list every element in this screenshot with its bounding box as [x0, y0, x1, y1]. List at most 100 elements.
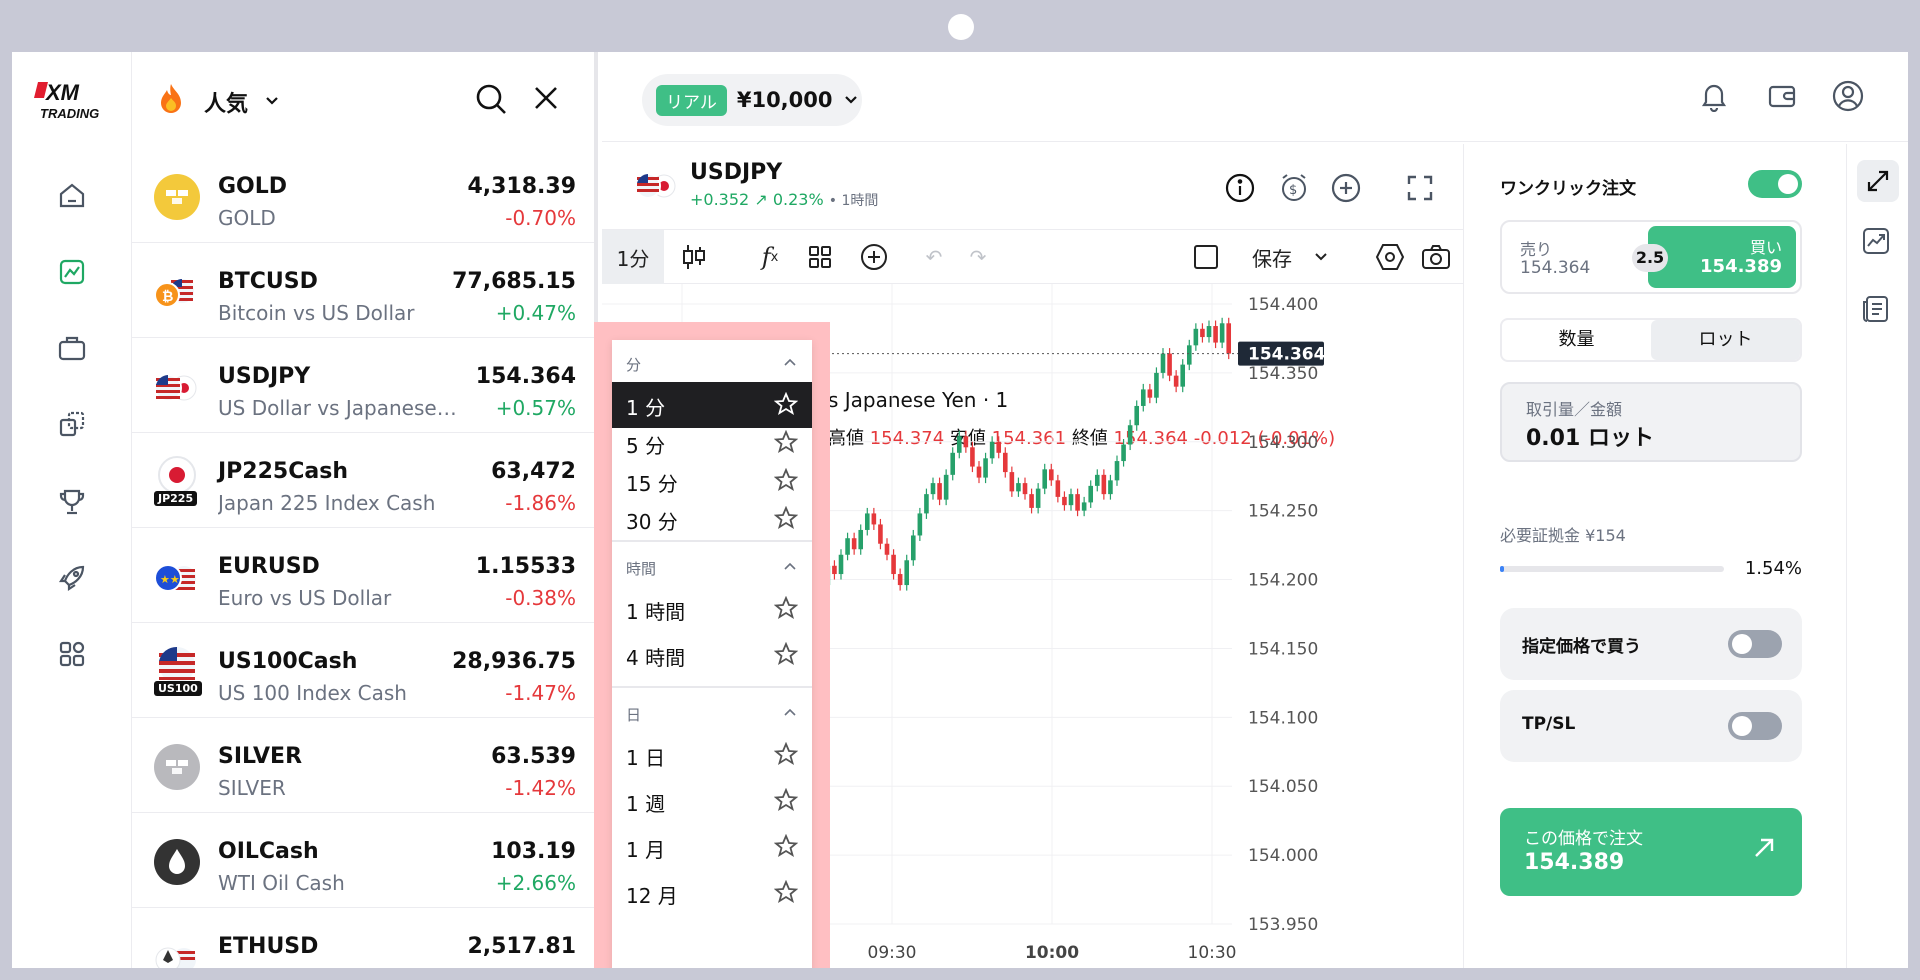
timeframe-option[interactable]: 1 月 [612, 824, 812, 870]
watchlist-row-usdjpy[interactable]: USDJPY US Dollar vs Japanese ... 154.364… [132, 338, 594, 433]
watchlist-row-gold[interactable]: GOLD GOLD 4,318.39 -0.70% [132, 148, 594, 243]
candle-body [1002, 452, 1008, 473]
timeframe-option[interactable]: 4 時間 [612, 632, 812, 678]
star-icon[interactable] [774, 468, 798, 492]
rocket-icon[interactable] [54, 560, 90, 596]
timeframe-option[interactable]: 1 週 [612, 778, 812, 824]
silver-bars-icon [154, 744, 200, 790]
trophy-icon[interactable] [54, 484, 90, 520]
chart-toolbar: 1分 fx ↶ ↷ 保存 [602, 230, 1464, 284]
candle-body [1160, 353, 1166, 373]
layout-square-icon[interactable] [1186, 238, 1226, 276]
watchlist-row-jp225cash[interactable]: JP225 JP225Cash Japan 225 Index Cash 63,… [132, 433, 594, 528]
candle-body [1016, 483, 1021, 492]
buy-price: 154.389 [1700, 256, 1782, 277]
candle-body [930, 483, 936, 495]
watchlist-row-eurusd[interactable]: ★★ EURUSD Euro vs US Dollar 1.15533 -0.3… [132, 528, 594, 623]
tpsl-toggle[interactable] [1728, 712, 1782, 740]
instrument-name: Bitcoin vs US Dollar [218, 301, 415, 325]
section-hours[interactable]: 時間 [612, 544, 812, 590]
one-click-toggle[interactable] [1748, 170, 1802, 198]
candle-body [1055, 480, 1061, 497]
app-window: XM TRADING 人気 GOLD GOLD 4,318.39 -0.70% … [12, 52, 1908, 968]
add-indicator-icon[interactable] [852, 238, 896, 276]
change: -1.47% [505, 681, 576, 705]
star-icon[interactable] [774, 596, 798, 620]
portfolio-icon[interactable] [54, 330, 90, 366]
candlestick-type-icon[interactable] [670, 238, 718, 276]
info-icon[interactable] [1224, 172, 1256, 208]
save-button[interactable]: 保存 [1242, 238, 1302, 276]
star-icon[interactable] [774, 392, 798, 416]
star-icon[interactable] [774, 506, 798, 530]
sell-price[interactable]: 154.364 [1520, 258, 1590, 278]
fullscreen-icon[interactable] [1406, 174, 1434, 206]
star-icon[interactable] [774, 642, 798, 666]
layout-grid-icon[interactable] [798, 238, 842, 276]
sell-label[interactable]: 売り [1520, 236, 1552, 260]
wallet-icon[interactable] [1762, 76, 1802, 116]
chart-icon[interactable] [54, 254, 90, 290]
place-order-button[interactable]: この価格で注文 154.389 [1500, 808, 1802, 896]
chart-trend-icon[interactable] [1861, 226, 1891, 260]
interval-button[interactable]: 1分 [602, 230, 664, 284]
candle-body [943, 474, 949, 500]
watchlist-row-us100cash[interactable]: US100 US100Cash US 100 Index Cash 28,936… [132, 623, 594, 718]
watchlist-row-oilcash[interactable]: OILCash WTI Oil Cash 103.19 +2.66% [132, 813, 594, 908]
news-document-icon[interactable] [1861, 294, 1891, 328]
buy-button[interactable]: 買い 154.389 [1648, 226, 1796, 288]
candle-body [1121, 444, 1126, 462]
star-icon[interactable] [774, 880, 798, 904]
star-icon[interactable] [774, 742, 798, 766]
candle-body [832, 565, 837, 575]
timeframe-option[interactable]: 1 日 [612, 732, 812, 778]
save-menu-chevron-icon[interactable] [1306, 238, 1336, 276]
undo-icon[interactable]: ↶ [914, 238, 954, 276]
star-icon[interactable] [774, 788, 798, 812]
svg-text:$: $ [1289, 183, 1297, 198]
apps-icon[interactable] [54, 636, 90, 672]
chevron-down-icon[interactable] [264, 92, 280, 111]
watchlist-row-silver[interactable]: SILVER SILVER 63.539 -1.42% [132, 718, 594, 813]
trade-arrows-icon[interactable] [1857, 160, 1899, 202]
candle-body [1022, 483, 1028, 495]
svg-text:★★: ★★ [160, 573, 180, 586]
tab-lot[interactable]: ロット [1651, 320, 1800, 360]
tab-quantity[interactable]: 数量 [1502, 320, 1651, 360]
timeframe-option[interactable]: 12 月 [612, 870, 812, 916]
price-alert-icon[interactable]: $ [1278, 172, 1310, 208]
copy-trade-icon[interactable] [54, 406, 90, 442]
y-tick-label: 154.200 [1248, 571, 1318, 591]
option-label: 15 分 [626, 472, 678, 496]
timeframe-dropdown-highlight: 分 1 分 5 分 15 分 30 分 時間 1 時間 4 時間 日 1 日 1… [594, 322, 830, 968]
amount-field[interactable]: 取引量／金額 0.01 ロット [1500, 382, 1802, 462]
candle-body [904, 560, 910, 586]
bell-icon[interactable] [1694, 76, 1734, 116]
section-minutes[interactable]: 分 [612, 340, 812, 386]
bid-ask-box: 売り 154.364 2.5 買い 154.389 [1500, 220, 1802, 294]
instrument-name: US Dollar vs Japanese ... [218, 396, 458, 420]
user-profile-icon[interactable] [1828, 76, 1868, 116]
candle-body [1009, 472, 1015, 492]
indicators-icon[interactable]: fx [748, 238, 792, 276]
star-icon[interactable] [774, 430, 798, 454]
search-icon[interactable] [474, 82, 508, 120]
eur-usd-flag-icon: ★★ [152, 556, 202, 604]
account-selector[interactable]: リアル ¥10,000 [642, 74, 862, 126]
limit-order-toggle[interactable] [1728, 630, 1782, 658]
watchlist-category[interactable]: 人気 [204, 86, 248, 118]
close-icon[interactable] [532, 84, 560, 116]
add-circle-icon[interactable] [1330, 172, 1362, 208]
settings-hex-icon[interactable] [1372, 238, 1408, 276]
home-icon[interactable] [54, 178, 90, 214]
star-icon[interactable] [774, 834, 798, 858]
watchlist-row-ethusd[interactable]: ETHUSD 2,517.81 [132, 908, 594, 968]
timeframe-option[interactable]: 1 時間 [612, 586, 812, 632]
watchlist-row-btcusd[interactable]: ₿ BTCUSD Bitcoin vs US Dollar 77,685.15 … [132, 243, 594, 338]
redo-icon[interactable]: ↷ [958, 238, 998, 276]
screenshot-camera-icon[interactable] [1416, 238, 1456, 276]
tpsl-card: TP/SL [1500, 690, 1802, 762]
timeframe-option[interactable]: 30 分 [612, 496, 812, 542]
section-days[interactable]: 日 [612, 690, 812, 736]
order-panel: ワンクリック注文 売り 154.364 2.5 買い 154.389 数量 ロッ… [1466, 144, 1846, 968]
